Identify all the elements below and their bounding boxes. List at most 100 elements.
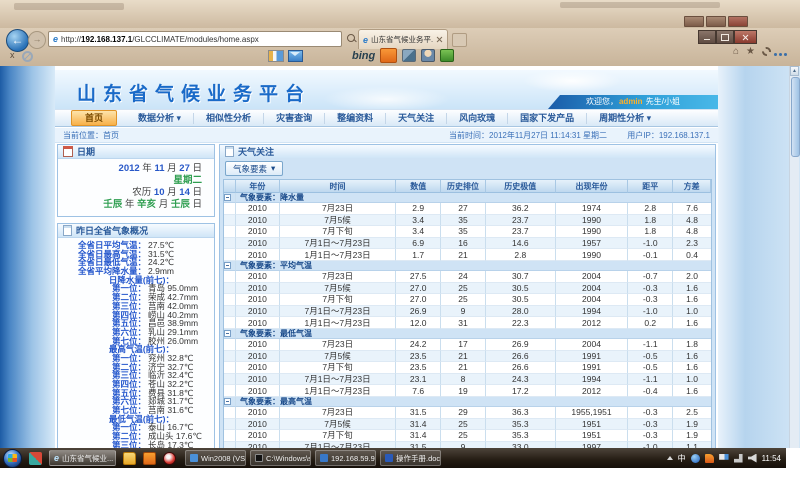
taskbar-window-button[interactable]: 操作手册.docx ... (380, 450, 441, 466)
pinned-app-icon[interactable] (29, 452, 42, 465)
table-group-row[interactable]: 气象要素：降水量 (224, 193, 711, 203)
table-cell: 1.8 (673, 339, 711, 351)
network-globe-icon[interactable] (691, 454, 700, 463)
calendar-line: 壬辰 年 辛亥 月 壬辰 日 (62, 199, 202, 211)
table-group-row[interactable]: 气象要素：平均气温 (224, 261, 711, 271)
table-cell: 7月5候 (280, 283, 397, 295)
calendar-line: 2012 年 11 月 27 日 (62, 163, 202, 175)
page-scrollbar[interactable]: ▲ (789, 66, 799, 448)
row-lead-cell (224, 419, 236, 431)
scroll-up-icon[interactable]: ▲ (790, 66, 799, 76)
collapse-icon[interactable] (224, 398, 231, 405)
addon-bar-close[interactable]: x (10, 50, 15, 60)
search-icon[interactable] (347, 34, 355, 42)
nav-item[interactable]: 天气关注 (386, 113, 447, 124)
table-group-row[interactable]: 气象要素：最低气温 (224, 329, 711, 339)
mail-toolbar-icon[interactable] (288, 50, 303, 62)
table-cell: -1.1 (628, 339, 673, 351)
foxmail-tray-icon[interactable] (705, 454, 714, 463)
pinned-app2-icon[interactable] (143, 452, 156, 465)
taskbar-window-button[interactable]: C:\Windows\s... (250, 450, 311, 466)
card-toolbar-icon[interactable] (268, 50, 284, 62)
table-cell: 27.0 (396, 283, 441, 295)
action-center-flag-icon[interactable] (719, 454, 729, 463)
table-cell: 7月1日～7月23日 (280, 238, 397, 250)
table-cell: -1.1 (628, 374, 673, 386)
address-bar[interactable]: e http://192.168.137.1/GLCCLIMATE/module… (48, 31, 342, 47)
table-cell: 2010 (236, 271, 280, 283)
back-button[interactable]: ← (6, 29, 29, 52)
nav-item[interactable]: 风向玫瑰 (447, 113, 508, 124)
start-button[interactable] (3, 449, 22, 468)
scrollbar-thumb[interactable] (791, 77, 800, 157)
bing-logo[interactable]: bing (352, 50, 375, 62)
minimize-button[interactable] (698, 30, 716, 44)
table-cell: 27 (441, 203, 486, 215)
taskbar-clock[interactable]: 11:54 (762, 454, 781, 463)
date-panel-title: 日期 (77, 145, 95, 158)
bing-search-icon[interactable] (380, 48, 397, 63)
photos-toolbar-icon[interactable] (402, 49, 416, 62)
username: admin (619, 97, 643, 106)
table-cell: 4.8 (673, 226, 711, 238)
apps-toolbar-icon[interactable] (440, 49, 454, 62)
tab-close-icon[interactable] (436, 36, 443, 43)
nav-item[interactable]: 周期性分析 ▾ (587, 113, 663, 124)
column-header: 出现年份 (556, 180, 629, 193)
new-tab-button[interactable] (452, 33, 467, 47)
network-status-icon[interactable] (734, 454, 743, 463)
table-cell: -0.3 (628, 294, 673, 306)
table-cell: 1.6 (673, 317, 711, 329)
table-cell: 7月5候 (280, 419, 397, 431)
toolbar-overflow-icon[interactable] (774, 53, 787, 56)
nav-item[interactable]: 整编资料 (325, 113, 386, 124)
nav-item[interactable]: 灾害查询 (264, 113, 325, 124)
taskbar-window-button[interactable]: 192.168.59.99... (315, 450, 376, 466)
table-cell: 2010 (236, 238, 280, 250)
date-panel-header: 日期 (58, 145, 214, 159)
weather-focus-icon (225, 146, 234, 157)
settings-gear-icon[interactable] (762, 47, 771, 56)
breadcrumb: 当前位置：首页 (63, 130, 119, 141)
table-cell: 2010 (236, 419, 280, 431)
column-header: 历史排位 (441, 180, 486, 193)
table-cell: 14.6 (486, 238, 556, 250)
element-selector-button[interactable]: 气象要素 ▾ (225, 161, 283, 176)
nav-item[interactable]: 国家下发产品 (508, 113, 587, 124)
tray-expand-icon[interactable] (667, 456, 673, 460)
language-indicator[interactable]: 中 (678, 453, 686, 464)
taskbar-ie-button[interactable]: e 山东省气候业... (49, 450, 116, 466)
favorites-star-icon[interactable]: ★ (746, 46, 755, 57)
table-cell: 7月下旬 (280, 226, 397, 238)
explorer-icon[interactable] (123, 452, 136, 465)
table-row: 20107月23日24.21726.92004-1.11.8 (224, 339, 711, 351)
group-toggle-cell (224, 193, 236, 203)
bg-close-button[interactable] (728, 16, 748, 27)
blocked-icon[interactable] (22, 51, 33, 62)
maximize-button[interactable] (716, 30, 734, 44)
nav-item[interactable]: 首页 (71, 110, 117, 126)
weather-focus-panel: 天气关注 气象要素 ▾ 年份时间数值历史排位历史极值出现年份距平方差气象要素：降… (219, 144, 716, 448)
table-cell: -1.0 (628, 238, 673, 250)
table-row: 20107月下旬23.52126.61991-0.51.6 (224, 362, 711, 374)
page-title: 山东省气候业务平台 (77, 79, 311, 106)
bg-maximize-button[interactable] (706, 16, 726, 27)
bg-minimize-button[interactable] (684, 16, 704, 27)
browser-tab[interactable]: e 山东省气候业务平... (358, 29, 448, 49)
table-cell: -0.7 (628, 271, 673, 283)
table-group-row[interactable]: 气象要素：最高气温 (224, 397, 711, 407)
weather-focus-header: 天气关注 (219, 144, 716, 159)
nav-item[interactable]: 数据分析 ▾ (126, 113, 194, 124)
volume-icon[interactable] (748, 454, 757, 463)
close-button[interactable] (734, 30, 757, 44)
forward-button[interactable]: → (28, 31, 46, 49)
people-toolbar-icon[interactable] (421, 49, 435, 62)
table-cell: 9 (441, 306, 486, 318)
taskbar-window-button[interactable]: Win2008 (VS2... (185, 450, 246, 466)
collapse-icon[interactable] (224, 194, 231, 201)
home-icon[interactable]: ⌂ (733, 46, 739, 57)
collapse-icon[interactable] (224, 262, 231, 269)
collapse-icon[interactable] (224, 330, 231, 337)
media-player-icon[interactable] (163, 452, 176, 465)
nav-item[interactable]: 相似性分析 (194, 113, 264, 124)
